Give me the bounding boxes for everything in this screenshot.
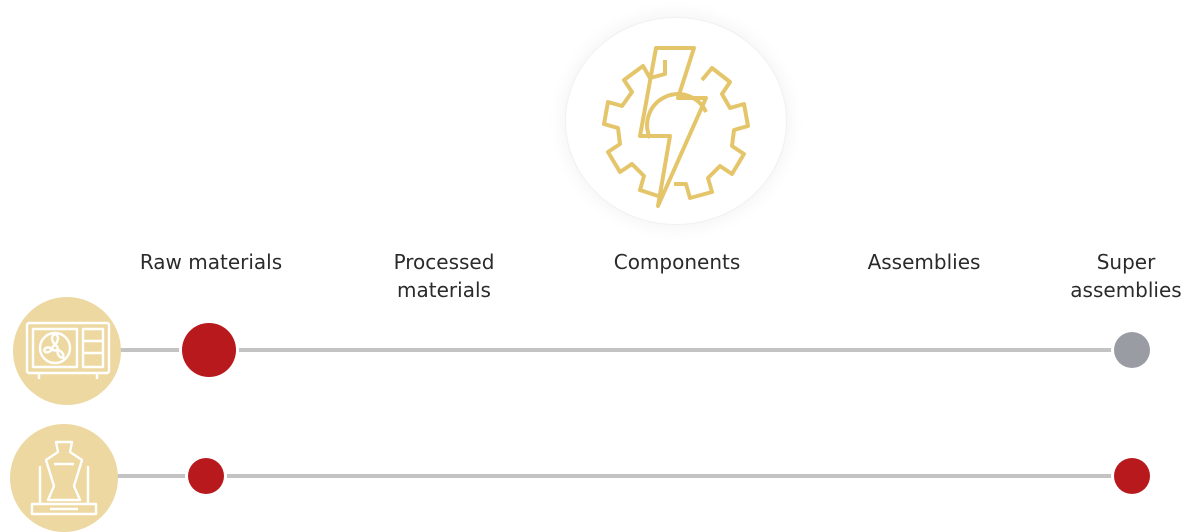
hero-emblem	[566, 18, 786, 224]
stage-label-components: Components	[613, 250, 741, 274]
timeline-line	[110, 348, 1132, 352]
timeline-line	[110, 474, 1132, 478]
row-icon-casting-furnace	[10, 424, 118, 532]
stage-label-raw-materials: Raw materials	[139, 250, 283, 274]
stage-label-processed-materials: Processed materials	[393, 250, 495, 302]
stage-marker-end	[1114, 332, 1150, 368]
stage-label-assemblies: Assemblies	[867, 250, 981, 274]
air-conditioner-unit-icon	[25, 321, 111, 379]
row-icon-air-conditioner	[13, 297, 121, 405]
casting-furnace-icon	[30, 440, 98, 516]
gear-lightning-icon	[602, 46, 750, 208]
stage-marker-start	[188, 458, 224, 494]
stage-marker-start	[182, 323, 236, 377]
stage-label-super-assemblies: Super assemblies	[1070, 250, 1182, 302]
stage-marker-end	[1114, 458, 1150, 494]
